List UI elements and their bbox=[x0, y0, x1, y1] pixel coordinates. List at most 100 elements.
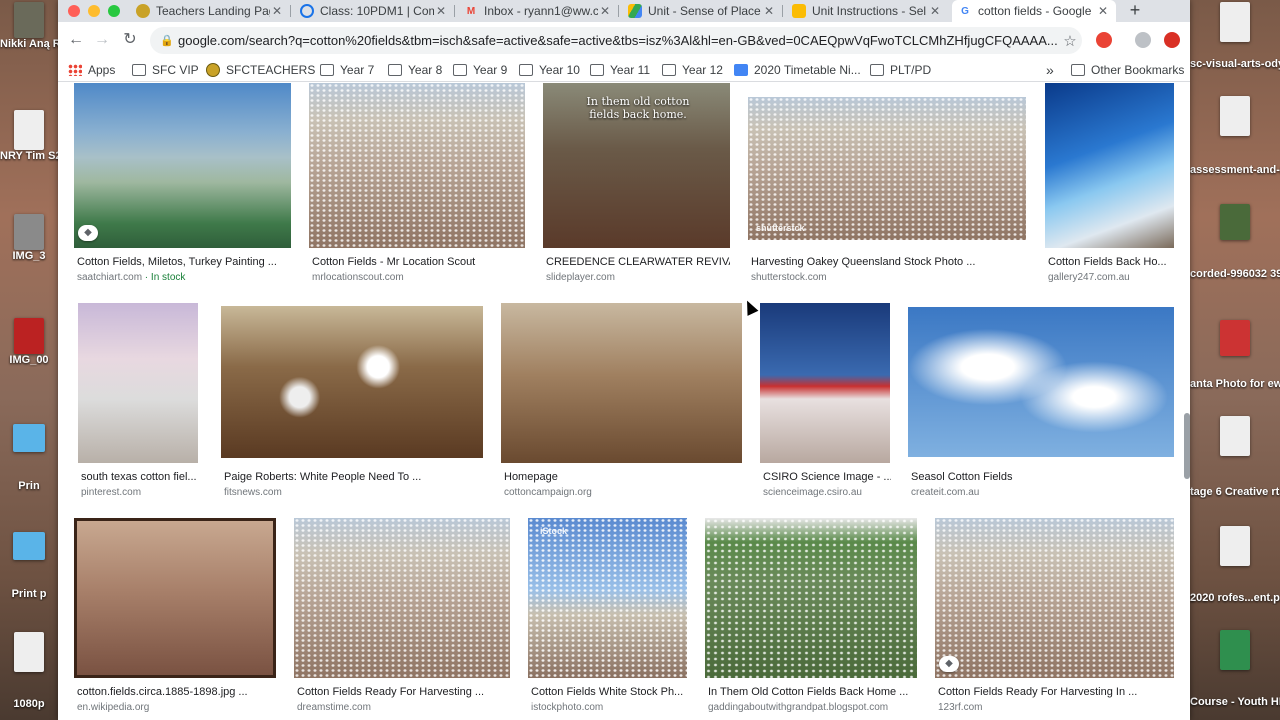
scrollbar-thumb[interactable] bbox=[1184, 413, 1190, 479]
desktop-icon[interactable]: anta Photo for ewsletter.JPG bbox=[1190, 320, 1280, 391]
forward-arrow-icon[interactable]: → bbox=[92, 30, 112, 50]
photo-thumbnail-icon bbox=[14, 318, 44, 354]
zoom-window-button[interactable] bbox=[108, 5, 120, 17]
class-icon bbox=[300, 4, 314, 18]
image-result-card[interactable]: In them old cotton fields back home. CRE… bbox=[543, 83, 730, 283]
bookmark-year-12[interactable]: Year 12 bbox=[662, 62, 723, 78]
result-source: slideplayer.com bbox=[546, 272, 615, 283]
bookmark-year-11[interactable]: Year 11 bbox=[590, 62, 650, 78]
tab-unit-instructions[interactable]: Unit Instructions - Sel ✕ bbox=[786, 0, 948, 22]
close-tab-icon[interactable]: ✕ bbox=[598, 4, 612, 18]
tab-title: Class: 10PDM1 | Com bbox=[320, 4, 434, 18]
image-result-card[interactable]: ◆ Cotton Fields Ready For Harvesting In … bbox=[935, 518, 1174, 718]
folder-icon bbox=[13, 532, 45, 560]
result-image bbox=[760, 303, 890, 463]
image-result-card[interactable]: south texas cotton fiel... pinterest.com bbox=[78, 303, 198, 503]
profile-avatar-icon[interactable] bbox=[1135, 32, 1151, 48]
desktop-icon[interactable]: sc-visual-arts-ody-o...nes.pdf bbox=[1190, 2, 1280, 71]
bookmark-label: Apps bbox=[88, 63, 116, 77]
result-caption: Cotton Fields - Mr Location Scout bbox=[312, 256, 476, 268]
desktop-icon[interactable]: IMG_3 bbox=[0, 214, 58, 263]
desktop-icon[interactable]: tage 6 Creative rts Lif...bus.pdf bbox=[1190, 416, 1280, 499]
desktop-icon[interactable]: Nikki Aną Races 2 bbox=[0, 2, 58, 51]
image-result-card[interactable]: cotton.fields.circa.1885-1898.jpg ... en… bbox=[74, 518, 276, 718]
image-result-card[interactable]: shutterstck Harvesting Oakey Queensland … bbox=[748, 83, 1026, 283]
result-caption: Cotton Fields, Miletos, Turkey Painting … bbox=[77, 256, 277, 268]
desktop-icon-label: tage 6 Creative rts Lif...bus.pdf bbox=[1190, 486, 1280, 498]
bookmarks-overflow-chevron-icon[interactable]: » bbox=[1046, 62, 1054, 78]
desktop-icon-label: Nikki Aną Races 2 bbox=[0, 38, 58, 50]
desktop-icon-label: IMG_3 bbox=[12, 250, 46, 262]
bookmark-label: Year 12 bbox=[682, 63, 723, 77]
bookmark-star-icon[interactable]: ☆ bbox=[1058, 32, 1082, 50]
extension-update-icon[interactable] bbox=[1164, 32, 1180, 48]
bookmark-sfcteachers[interactable]: SFCTEACHERS bbox=[206, 62, 315, 78]
image-result-card[interactable]: iStock Cotton Fields White Stock Ph... i… bbox=[528, 518, 687, 718]
desktop-icon[interactable]: IMG_00 bbox=[0, 318, 58, 367]
desktop-icon[interactable]: Prin bbox=[0, 424, 58, 493]
new-tab-button[interactable]: + bbox=[1124, 0, 1146, 22]
image-result-card[interactable]: In Them Old Cotton Fields Back Home ... … bbox=[705, 518, 917, 718]
minimize-window-button[interactable] bbox=[88, 5, 100, 17]
image-result-card[interactable]: Seasol Cotton Fields createit.com.au bbox=[908, 307, 1174, 507]
address-bar[interactable]: 🔒 google.com/search?q=cotton%20fields&tb… bbox=[150, 27, 1082, 54]
bookmark-year-9[interactable]: Year 9 bbox=[453, 62, 507, 78]
result-image bbox=[748, 97, 1026, 240]
image-result-card[interactable]: Cotton Fields - Mr Location Scout mrloca… bbox=[309, 83, 525, 283]
folder-icon bbox=[320, 64, 334, 76]
tab-cotton-fields[interactable]: G cotton fields - Google ✕ bbox=[952, 0, 1116, 22]
pdf-file-icon bbox=[1220, 2, 1250, 42]
result-source: dreamstime.com bbox=[297, 702, 371, 713]
close-tab-icon[interactable]: ✕ bbox=[1096, 4, 1110, 18]
tab-inbox[interactable]: M Inbox - ryann1@ww.c ✕ bbox=[458, 0, 618, 22]
image-result-card[interactable]: CSIRO Science Image - ... scienceimage.c… bbox=[760, 303, 891, 503]
bookmark-sfc-vip[interactable]: SFC VIP bbox=[132, 62, 199, 78]
result-source: 123rf.com bbox=[938, 702, 983, 713]
result-source: cottoncampaign.org bbox=[504, 487, 592, 498]
bookmark-other-bookmarks[interactable]: Other Bookmarks bbox=[1071, 62, 1184, 78]
close-tab-icon[interactable]: ✕ bbox=[762, 4, 776, 18]
result-source: gallery247.com.au bbox=[1048, 272, 1130, 283]
tab-title: Teachers Landing Pag bbox=[156, 4, 270, 18]
bookmark-plt-pd[interactable]: PLT/PD bbox=[870, 62, 931, 78]
folder-icon bbox=[662, 64, 676, 76]
image-result-card[interactable]: ◆ Cotton Fields, Miletos, Turkey Paintin… bbox=[74, 83, 291, 283]
desktop-icon[interactable]: Course - Youth HEA... Aid.pdf bbox=[1190, 630, 1280, 709]
tab-unit-sense-of-place[interactable]: Unit - Sense of Place ✕ bbox=[622, 0, 782, 22]
result-caption: south texas cotton fiel... bbox=[81, 471, 197, 483]
folder-icon bbox=[388, 64, 402, 76]
image-result-card[interactable]: Paige Roberts: White People Need To ... … bbox=[221, 306, 483, 506]
desktop-icon[interactable]: NRY Tim S2 2 bbox=[0, 110, 58, 163]
desktop-icon[interactable]: corded-996032 3962769.MP4 bbox=[1190, 204, 1280, 281]
extension-shield-icon[interactable] bbox=[1096, 32, 1112, 48]
folder-icon bbox=[519, 64, 533, 76]
reload-icon[interactable]: ↻ bbox=[120, 30, 140, 50]
close-tab-icon[interactable]: ✕ bbox=[928, 4, 942, 18]
tab-title: Unit Instructions - Sel bbox=[812, 4, 927, 18]
image-result-card[interactable]: Homepage cottoncampaign.org bbox=[501, 303, 742, 503]
image-result-card[interactable]: Cotton Fields Back Ho... gallery247.com.… bbox=[1045, 83, 1174, 283]
desktop-icon[interactable]: 2020 rofes...ent.pdf bbox=[1190, 526, 1280, 605]
close-window-button[interactable] bbox=[68, 5, 80, 17]
desktop-icon[interactable]: Print p bbox=[0, 532, 58, 601]
tab-separator bbox=[290, 5, 291, 17]
desktop-left-icons: Nikki Aną Races 2 NRY Tim S2 2 IMG_3 IMG… bbox=[0, 0, 58, 720]
close-tab-icon[interactable]: ✕ bbox=[434, 4, 448, 18]
tab-teachers-landing[interactable]: Teachers Landing Pag ✕ bbox=[130, 0, 290, 22]
bookmark-year-7[interactable]: Year 7 bbox=[320, 62, 374, 78]
drive-icon bbox=[628, 4, 642, 18]
back-arrow-icon[interactable]: ← bbox=[66, 30, 86, 50]
result-image bbox=[1045, 83, 1174, 248]
close-tab-icon[interactable]: ✕ bbox=[270, 4, 284, 18]
bookmark-year-8[interactable]: Year 8 bbox=[388, 62, 442, 78]
pdf-file-icon bbox=[1220, 96, 1250, 136]
desktop-icon-label: assessment-and-re...e-6.pdf bbox=[1190, 164, 1280, 176]
bookmark-apps[interactable]: Apps bbox=[68, 62, 115, 78]
bookmark-year-10[interactable]: Year 10 bbox=[519, 62, 580, 78]
bookmark-2020-timetable[interactable]: 2020 Timetable Ni... bbox=[734, 62, 861, 78]
tab-class-10pdm1[interactable]: Class: 10PDM1 | Com ✕ bbox=[294, 0, 454, 22]
tab-title: Inbox - ryann1@ww.c bbox=[484, 4, 598, 18]
desktop-icon[interactable]: assessment-and-re...e-6.pdf bbox=[1190, 96, 1280, 177]
desktop-icon[interactable]: 1080p bbox=[0, 632, 58, 711]
image-result-card[interactable]: Cotton Fields Ready For Harvesting ... d… bbox=[294, 518, 510, 718]
